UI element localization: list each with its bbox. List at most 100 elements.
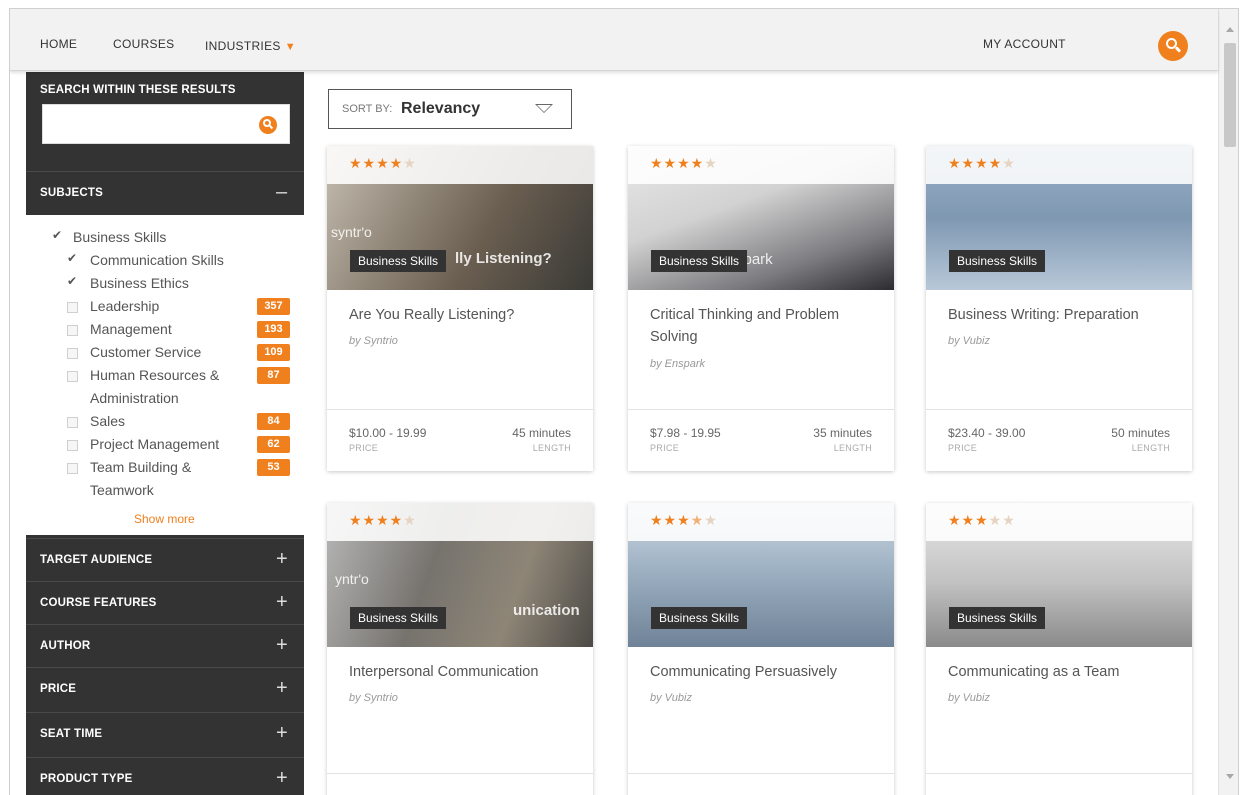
nav-courses[interactable]: COURSES (113, 37, 174, 51)
sort-by-value: Relevancy (401, 100, 481, 117)
checkbox-project-management[interactable] (67, 440, 78, 451)
nav-my-account[interactable]: MY ACCOUNT (983, 37, 1066, 51)
rating-strip: ★★★★★ (926, 503, 1192, 541)
subject-business-ethics: Business Ethics (90, 275, 189, 291)
course-author: by Syntrio (349, 692, 398, 704)
checkbox-sales[interactable] (67, 417, 78, 428)
course-card[interactable]: yntr'o unication ★★★★★ Business Skills I… (327, 503, 593, 795)
count-badge: 109 (257, 344, 290, 361)
search-within-box (42, 104, 290, 144)
section-subjects[interactable]: SUBJECTS – (26, 171, 304, 213)
expand-icon: + (276, 722, 288, 744)
expand-icon: + (276, 634, 288, 656)
subject-leadership: Leadership (90, 298, 160, 314)
card-divider (926, 409, 1192, 410)
section-price[interactable]: PRICE + (26, 667, 304, 709)
card-divider (628, 409, 894, 410)
checkbox-customer-service[interactable] (67, 348, 78, 359)
show-more-link[interactable]: Show more (134, 512, 195, 526)
subject-management: Management (90, 321, 172, 337)
count-badge: 62 (257, 436, 290, 453)
chevron-down-icon (535, 104, 553, 113)
section-author[interactable]: AUTHOR + (26, 624, 304, 666)
price-label: PRICE (650, 443, 680, 453)
course-title[interactable]: Communicating Persuasively (650, 661, 878, 683)
subject-customer-service: Customer Service (90, 344, 202, 360)
checkbox-communication-skills[interactable] (67, 251, 78, 267)
collapse-icon: – (276, 181, 288, 203)
course-card[interactable]: spark ★★★★★ Business Skills Critical Thi… (628, 146, 894, 471)
nav-home[interactable]: HOME (40, 37, 77, 51)
category-tag: Business Skills (651, 607, 748, 629)
course-card[interactable]: ★★★★★ Business Skills Business Writing: … (926, 146, 1192, 471)
search-within-input[interactable] (49, 113, 249, 135)
course-length: 35 minutes (813, 426, 872, 440)
top-navigation: HOME COURSES INDUSTRIES ▼ MY ACCOUNT (10, 9, 1218, 71)
scroll-up-arrow-icon[interactable] (1226, 27, 1234, 32)
card-divider (327, 409, 593, 410)
nav-industries-label: INDUSTRIES (205, 39, 281, 53)
section-label: SEAT TIME (40, 728, 103, 740)
checkbox-leadership[interactable] (67, 302, 78, 313)
browser-viewport: HOME COURSES INDUSTRIES ▼ MY ACCOUNT SEAR… (9, 8, 1239, 795)
course-title[interactable]: Communicating as a Team (948, 661, 1176, 683)
course-price: $7.98 - 19.95 (650, 426, 721, 440)
expand-icon: + (276, 591, 288, 613)
image-overlay-text: lly Listening? (455, 250, 552, 267)
star-rating: ★★★★★ (948, 512, 1016, 528)
image-brand-text: syntr'o (331, 224, 372, 240)
section-label: TARGET AUDIENCE (40, 554, 153, 566)
course-title[interactable]: Critical Thinking and Problem Solving (650, 304, 878, 348)
course-price: $23.40 - 39.00 (948, 426, 1026, 440)
checkbox-team-building[interactable] (67, 463, 78, 474)
category-tag: Business Skills (949, 250, 1046, 272)
section-seat-time[interactable]: SEAT TIME + (26, 712, 304, 754)
search-icon[interactable] (259, 116, 277, 134)
course-title[interactable]: Are You Really Listening? (349, 304, 577, 326)
expand-icon: + (276, 548, 288, 570)
section-subjects-label: SUBJECTS (40, 187, 103, 199)
count-badge: 357 (257, 298, 290, 315)
course-title[interactable]: Business Writing: Preparation (948, 304, 1176, 326)
checkbox-business-skills[interactable] (52, 228, 63, 244)
scroll-down-arrow-icon[interactable] (1226, 774, 1234, 779)
section-label: COURSE FEATURES (40, 597, 157, 609)
course-card[interactable]: ★★★★★ Business Skills Communicating Pers… (628, 503, 894, 795)
course-author: by Syntrio (349, 335, 398, 347)
rating-strip: ★★★★★ (327, 503, 593, 541)
course-card[interactable]: syntr'o lly Listening? ★★★★★ Business Sk… (327, 146, 593, 471)
course-author: by Vubiz (650, 692, 692, 704)
section-label: PRODUCT TYPE (40, 773, 133, 785)
section-label: AUTHOR (40, 640, 91, 652)
subject-sales: Sales (90, 413, 126, 429)
vertical-scrollbar[interactable] (1218, 9, 1238, 795)
card-divider (926, 773, 1192, 774)
scrollbar-thumb[interactable] (1224, 43, 1236, 147)
rating-strip: ★★★★★ (628, 146, 894, 184)
card-divider (327, 773, 593, 774)
price-label: PRICE (349, 443, 379, 453)
checkbox-management[interactable] (67, 325, 78, 336)
image-overlay-text: unication (513, 602, 580, 619)
checkbox-human-resources[interactable] (67, 371, 78, 382)
checkbox-business-ethics[interactable] (67, 274, 78, 290)
section-course-features[interactable]: COURSE FEATURES + (26, 581, 304, 623)
star-rating: ★★★★★ (650, 512, 718, 528)
star-rating: ★★★★★ (948, 155, 1016, 171)
rating-strip: ★★★★★ (926, 146, 1192, 184)
count-badge: 87 (257, 367, 290, 384)
course-title[interactable]: Interpersonal Communication (349, 661, 577, 683)
course-card[interactable]: ★★★★★ Business Skills Communicating as a… (926, 503, 1192, 795)
search-within-title: SEARCH WITHIN THESE RESULTS (40, 84, 236, 96)
section-product-type[interactable]: PRODUCT TYPE + (26, 757, 304, 795)
course-length: 45 minutes (512, 426, 571, 440)
course-author: by Enspark (650, 358, 706, 370)
search-icon[interactable] (1158, 31, 1188, 61)
sort-dropdown[interactable]: SORT BY: Relevancy (328, 89, 572, 129)
course-price: $10.00 - 19.99 (349, 426, 427, 440)
section-target-audience[interactable]: TARGET AUDIENCE + (26, 538, 304, 580)
nav-industries[interactable]: INDUSTRIES ▼ (205, 37, 296, 55)
rating-strip: ★★★★★ (628, 503, 894, 541)
category-tag: Business Skills (350, 250, 447, 272)
star-rating: ★★★★★ (349, 512, 417, 528)
